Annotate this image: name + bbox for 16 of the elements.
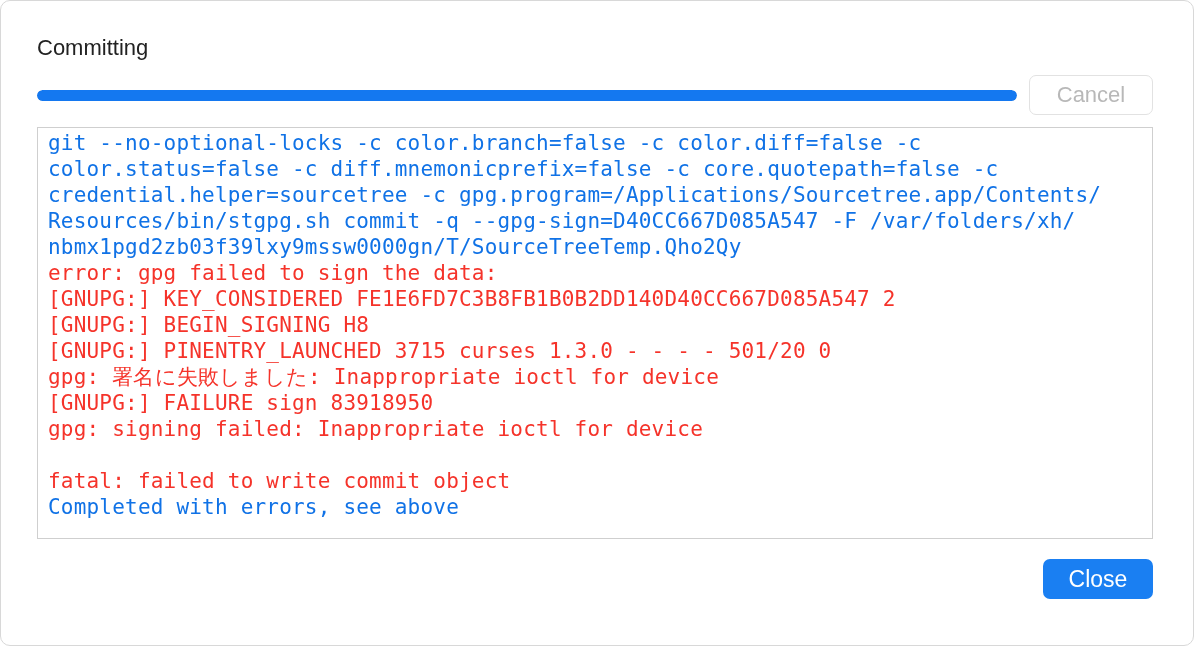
- dialog-title: Committing: [37, 34, 150, 62]
- log-line: Completed with errors, see above: [48, 494, 460, 520]
- log-line: Resources/bin/stgpg.sh commit -q --gpg-sign=D40CC667D085A547 -F /var/folders/xh/: [48, 208, 1077, 234]
- log-line: color.status=false -c diff.mnemonicprefix=false -c core.quotepath=false -c: [48, 156, 1000, 182]
- error-line: [GNUPG:] FAILURE sign 83918950: [48, 390, 435, 416]
- log-line: git --no-optional-locks -c color.branch=false -c color.diff=false -c: [48, 130, 923, 156]
- close-button[interactable]: Close: [1043, 559, 1153, 599]
- error-line: [GNUPG:] BEGIN_SIGNING H8: [48, 312, 371, 338]
- error-line: [GNUPG:] PINENTRY_LAUNCHED 3715 curses 1.3.0 - - - - 501/20 0: [48, 338, 833, 364]
- error-line: [GNUPG:] KEY_CONSIDERED FE1E6FD7C3B8FB1B0B2DD140D40CC667D085A547 2: [48, 286, 897, 312]
- error-line: gpg: signing failed: Inappropriate ioctl for device: [48, 416, 704, 442]
- error-line: fatal: failed to write commit object: [48, 468, 512, 494]
- log-line: credential.helper=sourcetree -c gpg.program=/Applications/Sourcetree.app/Contents/: [48, 182, 1103, 208]
- error-line: error: gpg failed to sign the data:: [48, 260, 499, 286]
- error-line: gpg: 署名に失敗しました: Inappropriate ioctl for device: [48, 364, 720, 390]
- log-line: nbmx1pgd2zb03f39lxy9mssw0000gn/T/SourceTreeTemp.Qho2Qy: [48, 234, 743, 260]
